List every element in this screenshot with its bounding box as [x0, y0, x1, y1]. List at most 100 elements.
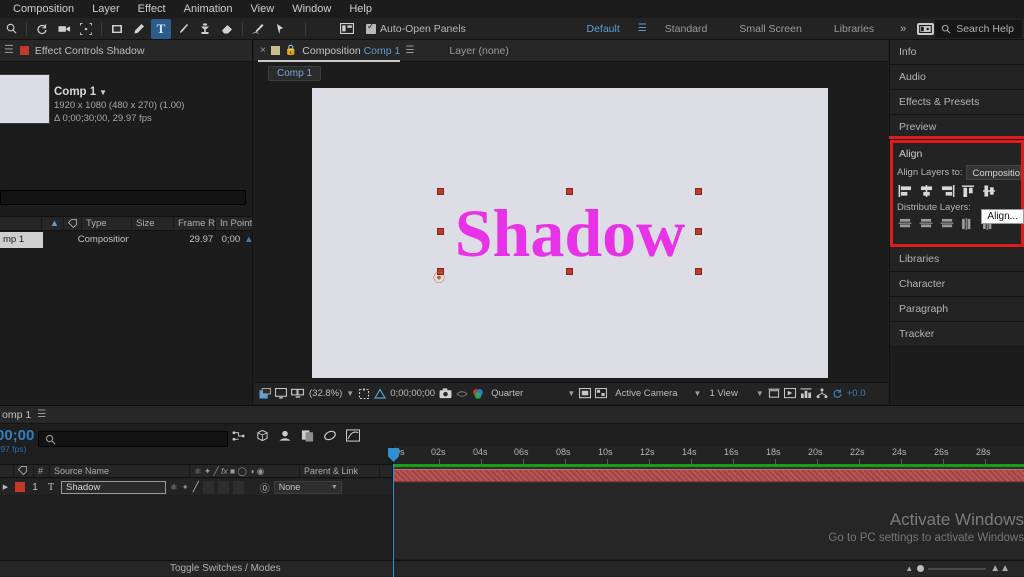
exposure-value[interactable]: +0.0 [847, 388, 866, 399]
workspace-menu-icon[interactable]: ☰ [636, 23, 649, 34]
zoom-slider-track[interactable] [928, 568, 986, 570]
reset-exposure-icon[interactable] [832, 388, 843, 399]
align-panel-title[interactable]: Align [893, 143, 1021, 165]
layer-collapse-switch-icon[interactable]: ✦ [182, 482, 189, 493]
workspace-more-icon[interactable]: » [890, 23, 916, 35]
selection-handle[interactable] [566, 268, 573, 275]
panel-character[interactable]: Character [890, 272, 1024, 297]
workspace-small-screen[interactable]: Small Screen [723, 18, 817, 40]
col-label-icon[interactable] [14, 464, 34, 479]
views-chevron-down-icon[interactable]: ▼ [756, 389, 764, 398]
camera-chevron-down-icon[interactable]: ▼ [694, 389, 702, 398]
fast-previews-icon[interactable] [784, 388, 796, 399]
shape-tool-icon[interactable] [107, 19, 127, 39]
selection-handle[interactable] [437, 188, 444, 195]
search-icon[interactable] [1, 19, 21, 39]
workspace-libraries[interactable]: Libraries [818, 18, 890, 40]
brush-tool-icon[interactable] [173, 19, 193, 39]
workspace-default[interactable]: Default [570, 18, 635, 40]
timeline-tab-label[interactable]: omp 1 [2, 409, 31, 421]
hide-shy-layers-icon[interactable] [278, 429, 292, 445]
column-blank[interactable] [0, 216, 42, 231]
panel-info[interactable]: Info [890, 40, 1024, 65]
pixel-aspect-correction-icon[interactable] [768, 388, 780, 399]
layer-label-swatch-icon[interactable] [15, 482, 25, 492]
lock-icon[interactable]: 🔒 [285, 45, 297, 56]
roto-brush-icon[interactable] [248, 19, 268, 39]
zoom-slider-thumb[interactable] [917, 565, 924, 572]
menu-item-composition[interactable]: Composition [4, 0, 83, 18]
align-top-icon[interactable] [959, 183, 978, 198]
enable-frame-blending-icon[interactable] [301, 429, 314, 445]
region-of-interest-toggle-icon[interactable] [358, 388, 370, 400]
col-parent-link[interactable]: Parent & Link [300, 464, 380, 479]
timeline-current-time[interactable]: 00;00 [0, 427, 34, 444]
layer-switch-blank[interactable] [233, 481, 244, 494]
align-right-icon[interactable] [938, 183, 957, 198]
distribute-bottom-icon[interactable] [938, 216, 957, 231]
layer-source-name[interactable]: Shadow [61, 481, 166, 494]
workspace-layout-icon[interactable] [917, 23, 934, 35]
grid-guides-icon[interactable] [374, 388, 386, 400]
col-video-toggle[interactable] [0, 464, 14, 479]
menu-item-animation[interactable]: Animation [175, 0, 242, 18]
view-layout-value[interactable]: 1 View [709, 388, 737, 399]
close-icon[interactable]: × [260, 45, 266, 56]
expand-arrow-icon[interactable]: ▶ [0, 483, 11, 491]
layer-switch-blank[interactable] [203, 481, 214, 494]
puppet-pin-icon[interactable] [270, 19, 290, 39]
workspace-standard[interactable]: Standard [649, 18, 724, 40]
proxy-icon[interactable]: ▲ [240, 232, 253, 248]
menu-item-window[interactable]: Window [283, 0, 340, 18]
distribute-top-icon[interactable] [896, 216, 915, 231]
camera-icon[interactable] [54, 19, 74, 39]
align-vertical-center-icon[interactable] [980, 183, 999, 198]
column-frame-rate[interactable]: Frame R... [174, 216, 216, 231]
panel-audio[interactable]: Audio [890, 65, 1024, 90]
shadow-text-layer[interactable]: Shadow [312, 88, 828, 378]
column-type[interactable]: Type [82, 216, 132, 231]
comp-timecode[interactable]: 0;00;00;00 [390, 388, 435, 399]
selection-handle[interactable] [566, 188, 573, 195]
current-time-indicator[interactable] [393, 464, 394, 577]
resolution-value[interactable]: Quarter [491, 388, 523, 399]
graph-editor-icon[interactable] [346, 429, 360, 445]
toggle-transparency-grid-icon[interactable] [259, 388, 271, 399]
draft-3d-icon[interactable] [255, 429, 269, 445]
type-tool-icon[interactable]: T [151, 19, 171, 39]
timeline-link-icon[interactable] [800, 388, 812, 399]
show-snapshot-icon[interactable] [456, 389, 468, 399]
sort-arrow-icon[interactable]: ▲ [42, 216, 64, 231]
selection-handle[interactable]: ⦿ [437, 268, 444, 275]
align-layers-to-dropdown[interactable]: Composition [966, 165, 1021, 180]
zoom-chevron-down-icon[interactable]: ▼ [346, 389, 354, 398]
comp-flowchart-icon[interactable] [816, 388, 828, 399]
selection-handle[interactable] [437, 228, 444, 235]
timeline-zoom-control[interactable]: ▲ ▲▲ [905, 563, 1010, 574]
camera-view-value[interactable]: Active Camera [615, 388, 677, 399]
monitor-icon[interactable] [275, 388, 287, 399]
menu-item-layer[interactable]: Layer [83, 0, 129, 18]
comp-breadcrumb-chip[interactable]: Comp 1 [268, 66, 321, 81]
region-of-interest-icon[interactable] [76, 19, 96, 39]
clone-stamp-icon[interactable] [195, 19, 215, 39]
column-in-point[interactable]: In Point [216, 216, 253, 231]
composition-canvas[interactable]: Shadow ⦿ [312, 88, 828, 378]
channel-rgb-icon[interactable] [472, 388, 484, 400]
timeline-search-input[interactable] [38, 431, 228, 447]
menu-item-view[interactable]: View [242, 0, 284, 18]
panel-menu-icon[interactable]: ☰ [4, 46, 14, 55]
timeline-panel-menu-icon[interactable]: ☰ [37, 409, 46, 420]
layer-switch-blank[interactable] [218, 481, 229, 494]
selection-handle[interactable] [695, 228, 702, 235]
composition-mini-flowchart-icon[interactable] [232, 430, 246, 445]
pen-tool-icon[interactable] [129, 19, 149, 39]
col-index[interactable]: # [34, 464, 50, 479]
toggle-switches-modes-button[interactable]: Toggle Switches / Modes [170, 563, 281, 574]
panel-paragraph[interactable]: Paragraph [890, 297, 1024, 322]
panel-libraries[interactable]: Libraries [890, 247, 1024, 272]
timeline-ruler[interactable]: 0s 02s 04s 06s 08s 10s 12s 14s 16s 18s 2… [392, 446, 1024, 464]
layer-quality-switch-icon[interactable]: ╱ [193, 482, 199, 493]
anchor-point-icon[interactable]: ⦿ [433, 269, 445, 286]
timeline-layer-row[interactable]: ▶ 1 T Shadow ⚛ ✦ ╱ ⓪ None ▼ [0, 479, 392, 495]
